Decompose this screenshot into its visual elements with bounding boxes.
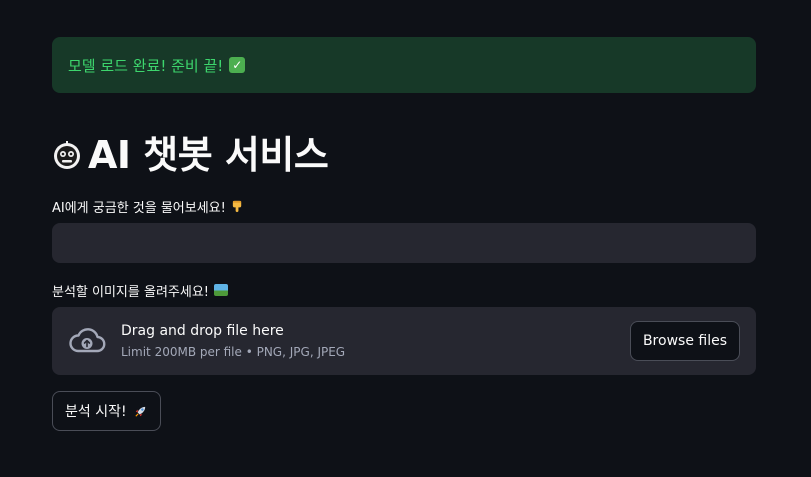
question-label: AI에게 궁금한 것을 물어보세요! [52,197,756,216]
uploader-label: 분석할 이미지를 올려주세요! [52,281,756,300]
robot-face-icon [54,141,80,169]
start-analysis-label: 분석 시작! [65,404,127,420]
start-analysis-button[interactable]: 분석 시작! [52,391,161,431]
framed-picture-icon [214,284,228,296]
success-alert-text: 모델 로드 완료! 준비 끝! [68,56,224,75]
check-mark-button-icon: ✓ [229,57,246,73]
app-root: 모델 로드 완료! 준비 끝! ✓ AI 챗봇 서비스 AI에게 궁금한 것을 … [0,0,811,477]
main-content: 모델 로드 완료! 준비 끝! ✓ AI 챗봇 서비스 AI에게 궁금한 것을 … [52,37,756,431]
dropzone-title: Drag and drop file here [121,322,284,339]
file-dropzone[interactable]: Drag and drop file here Limit 200MB per … [52,307,756,375]
cloud-upload-icon [69,328,106,353]
browse-files-button[interactable]: Browse files [629,321,740,361]
page-header: AI 챗봇 서비스 [52,129,756,181]
backhand-index-pointing-down-icon [232,200,242,212]
success-alert: 모델 로드 완료! 준비 끝! ✓ [52,37,756,93]
dropzone-instructions: Drag and drop file here Limit 200MB per … [121,322,345,361]
uploader-label-text: 분석할 이미지를 올려주세요! [52,284,209,300]
page-title: AI 챗봇 서비스 [88,133,329,177]
question-input[interactable] [52,223,756,263]
rocket-icon [135,406,145,417]
question-label-text: AI에게 궁금한 것을 물어보세요! [52,200,226,216]
dropzone-limit-text: Limit 200MB per file • PNG, JPG, JPEG [121,344,346,359]
